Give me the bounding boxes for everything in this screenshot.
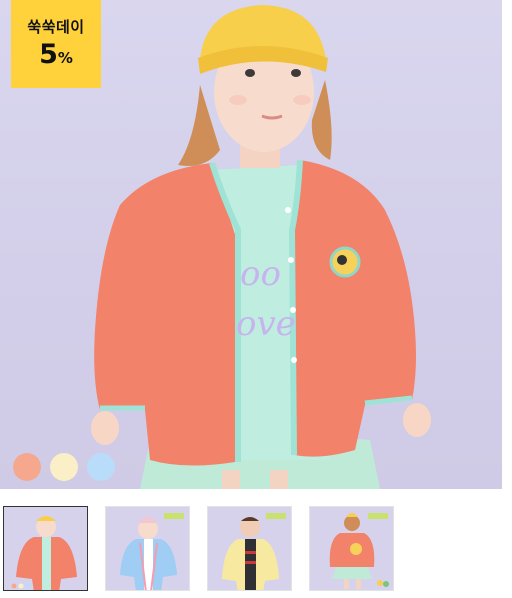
thumbnail-image	[310, 507, 393, 590]
swatch-sky[interactable]	[87, 453, 115, 481]
thumbnail-coral-jacket[interactable]	[3, 506, 88, 591]
thumbnail-image	[4, 507, 87, 590]
badge-unit: %	[57, 49, 73, 67]
thumbnail-yellow-jacket[interactable]	[207, 506, 292, 591]
badge-number: 5	[39, 39, 58, 70]
swatch-coral[interactable]	[13, 453, 41, 481]
swatch-cream[interactable]	[50, 453, 78, 481]
color-swatches	[13, 453, 115, 481]
svg-text:ove: ove	[236, 304, 296, 344]
discount-badge: 쑥쑥데이 5%	[11, 0, 101, 88]
product-main-image: oo ove 쑥쑥데이 5%	[0, 0, 502, 489]
thumbnail-strip	[3, 506, 394, 591]
badge-label: 쑥쑥데이	[27, 18, 85, 36]
svg-text:oo: oo	[240, 254, 281, 294]
thumbnail-blue-jacket[interactable]	[105, 506, 190, 591]
thumbnail-back-view[interactable]	[309, 506, 394, 591]
thumbnail-image	[106, 507, 189, 590]
badge-discount: 5%	[11, 39, 101, 70]
thumbnail-image	[208, 507, 291, 590]
